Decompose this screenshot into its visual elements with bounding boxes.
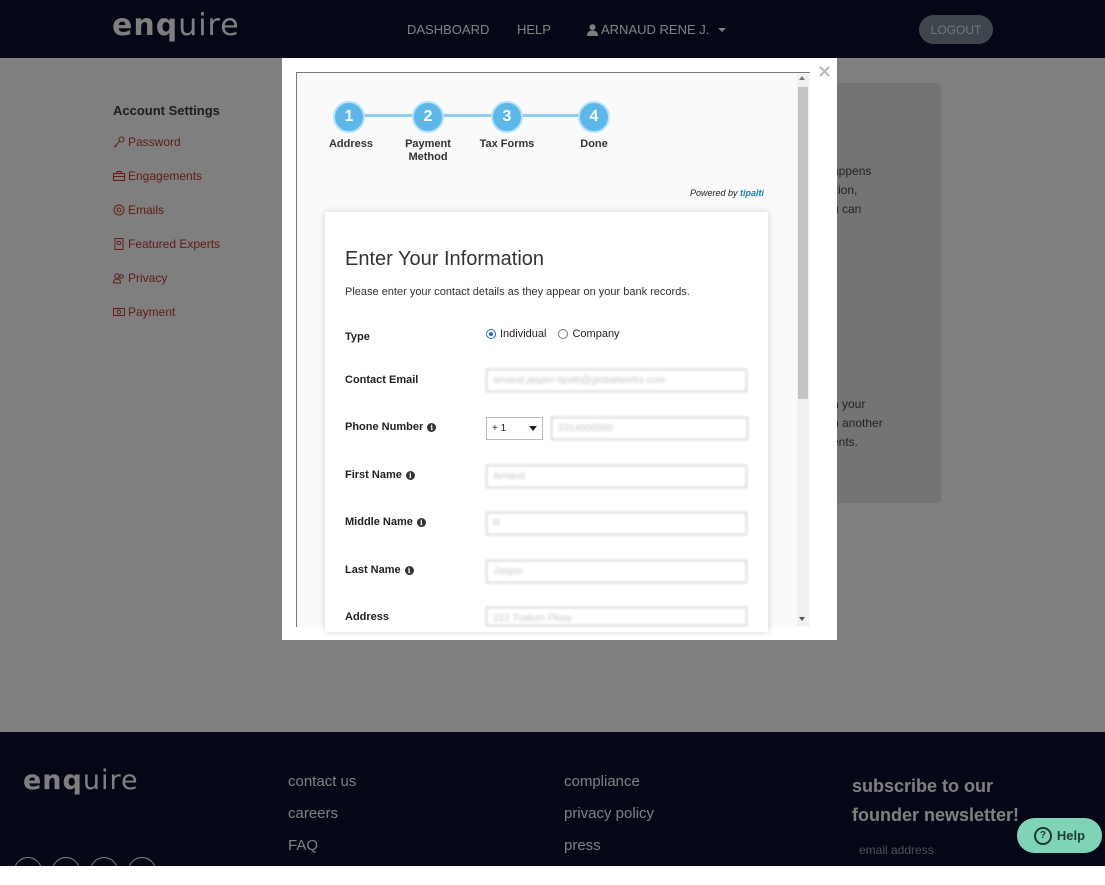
step-circle-3: 3 — [491, 101, 523, 133]
step-circle-4: 4 — [578, 101, 610, 133]
info-icon[interactable]: i — [416, 517, 426, 527]
help-widget-button[interactable]: ? Help — [1017, 818, 1102, 853]
first-name-label: First Name i — [345, 469, 415, 481]
step-label-address: Address — [328, 138, 374, 150]
scroll-down-arrow-icon[interactable] — [799, 617, 805, 621]
label-text: Last Name — [345, 564, 401, 576]
country-code-select[interactable]: + 1 — [486, 417, 543, 440]
step-label-tax-forms: Tax Forms — [479, 138, 535, 150]
powered-by-badge: Powered by tipalti — [690, 188, 764, 198]
close-icon[interactable]: ✕ — [817, 62, 832, 83]
label-text: First Name — [345, 469, 402, 481]
info-icon[interactable]: i — [404, 565, 414, 575]
label-text: Address — [345, 611, 390, 623]
contact-email-label: Contact Email — [345, 374, 418, 386]
type-radio-group: Individual Company — [486, 328, 620, 340]
step-label-done: Done — [580, 138, 608, 150]
question-icon: ? — [1033, 826, 1052, 845]
scroll-up-arrow-icon[interactable] — [799, 76, 805, 80]
info-icon[interactable]: i — [405, 470, 415, 480]
radio-label-individual[interactable]: Individual — [500, 328, 546, 340]
chevron-down-icon — [529, 426, 537, 431]
country-code-value: + 1 — [492, 423, 507, 434]
radio-label-company[interactable]: Company — [572, 328, 619, 340]
tipalti-logo: tipalti — [740, 188, 765, 198]
last-name-label: Last Name i — [345, 564, 414, 576]
help-button-label: Help — [1056, 828, 1086, 843]
address-label: Address — [345, 611, 389, 623]
middle-name-field[interactable]: R — [486, 512, 747, 535]
form-title: Enter Your Information — [345, 248, 545, 270]
phone-number-label: Phone Number i — [345, 421, 437, 433]
label-text: Middle Name — [345, 516, 413, 528]
radio-individual[interactable] — [486, 329, 496, 339]
label-text: Contact Email — [345, 374, 419, 386]
radio-company[interactable] — [558, 329, 569, 339]
step-label-payment-method: Payment Method — [405, 138, 451, 163]
step-circle-1: 1 — [333, 101, 365, 133]
info-icon[interactable]: i — [427, 422, 437, 432]
contact-email-field[interactable]: arnaud.jasper-tipalti@globalworks.com — [486, 369, 747, 392]
last-name-field[interactable]: Jasper — [486, 560, 747, 583]
first-name-field[interactable]: Arnaud — [486, 465, 747, 488]
form-subtitle: Please enter your contact details as the… — [345, 286, 690, 298]
scrollbar-thumb[interactable] — [798, 87, 808, 399]
step-circle-2: 2 — [412, 101, 444, 133]
label-text: Phone Number — [345, 421, 424, 433]
middle-name-label: Middle Name i — [345, 516, 426, 528]
powered-by-text: Powered by — [690, 188, 738, 198]
stepper-line — [360, 114, 596, 117]
phone-number-field[interactable]: 3314000000 — [551, 417, 748, 440]
label-text: Type — [345, 331, 370, 343]
type-label: Type — [345, 331, 370, 343]
address-field[interactable]: 222 Tualum Pkwy — [486, 607, 747, 626]
